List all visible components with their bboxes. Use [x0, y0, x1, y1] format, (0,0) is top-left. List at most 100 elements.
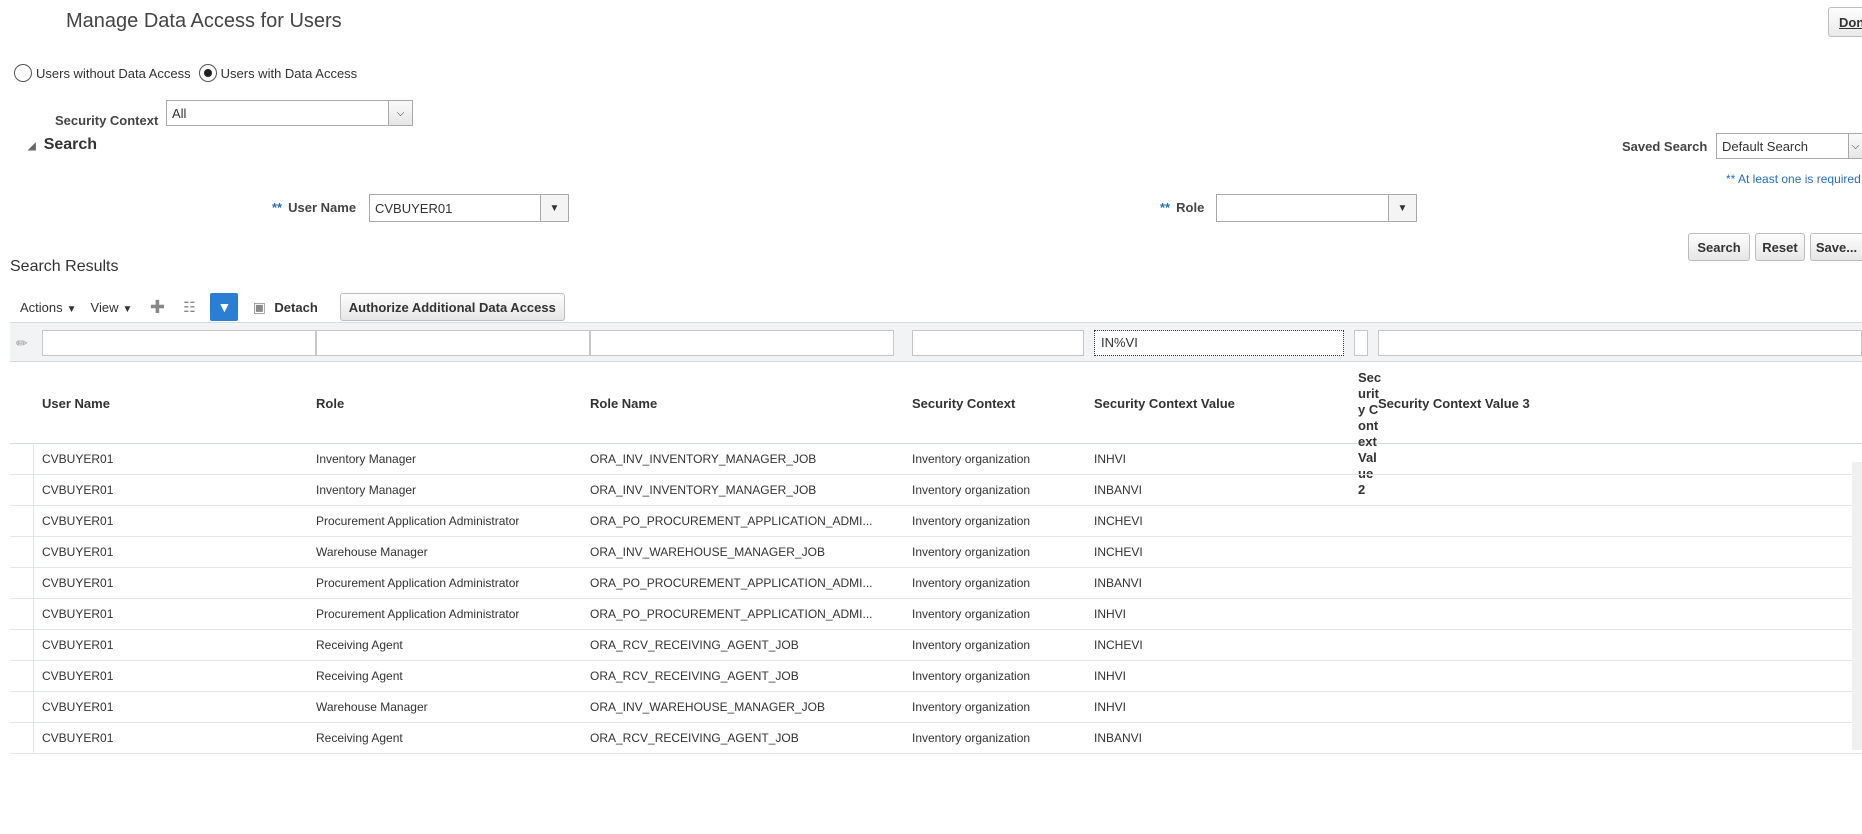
row-selector[interactable] [10, 475, 34, 505]
query-by-example-icon[interactable]: ▼ [210, 293, 239, 321]
cell-user-name: CVBUYER01 [42, 576, 114, 590]
required-marker: ** [272, 200, 283, 215]
cell-user-name: CVBUYER01 [42, 483, 114, 497]
cell-role-name: ORA_RCV_RECEIVING_AGENT_JOB [590, 638, 799, 652]
cell-security-context-value: INBANVI [1094, 731, 1143, 745]
add-icon[interactable]: ✚ [146, 296, 168, 318]
table-row[interactable]: CVBUYER01 Inventory Manager ORA_INV_INVE… [10, 444, 1862, 475]
actions-menu[interactable]: Actions ▼ [20, 300, 77, 315]
table-row[interactable]: CVBUYER01 Receiving Agent ORA_RCV_RECEIV… [10, 630, 1862, 661]
cell-role: Warehouse Manager [316, 700, 428, 714]
filter-security-context-value[interactable]: IN%VI [1094, 330, 1344, 356]
cell-role: Receiving Agent [316, 669, 403, 683]
cell-user-name: CVBUYER01 [42, 731, 114, 745]
cell-security-context: Inventory organization [912, 700, 1031, 714]
detach-icon[interactable]: ▣ [248, 296, 270, 318]
filter-security-context-value-3[interactable] [1378, 330, 1862, 356]
saved-search-value: Default Search [1722, 138, 1808, 154]
row-selector[interactable] [10, 661, 34, 691]
column-header-role-name[interactable]: Role Name [590, 362, 657, 444]
role-label: Role [1176, 200, 1205, 215]
table-vertical-scrollbar[interactable] [1852, 462, 1862, 750]
filter-user-name[interactable] [42, 330, 316, 356]
table-row[interactable]: CVBUYER01 Inventory Manager ORA_INV_INVE… [10, 475, 1862, 506]
cell-security-context: Inventory organization [912, 638, 1031, 652]
cell-security-context: Inventory organization [912, 545, 1031, 559]
row-selector[interactable] [10, 537, 34, 567]
table-row[interactable]: CVBUYER01 Receiving Agent ORA_RCV_RECEIV… [10, 661, 1862, 692]
search-section-header[interactable]: ◢ Search [28, 136, 97, 154]
column-header-security-context-value-3[interactable]: Security Context Value 3 [1378, 362, 1530, 444]
column-header-security-context[interactable]: Security Context [912, 362, 1015, 444]
row-selector[interactable] [10, 723, 34, 753]
done-button[interactable]: Done [1828, 7, 1862, 37]
collapse-triangle-icon[interactable]: ◢ [28, 141, 36, 152]
detach-button[interactable]: Detach [274, 300, 317, 315]
security-context-select[interactable]: All ⌵ [166, 100, 413, 126]
radio-label-without-access[interactable]: Users without Data Access [36, 66, 191, 81]
table-row[interactable]: CVBUYER01 Procurement Application Admini… [10, 506, 1862, 537]
row-selector[interactable] [10, 444, 34, 474]
cell-security-context-value: INCHEVI [1094, 545, 1143, 559]
row-selector[interactable] [10, 630, 34, 660]
table-row[interactable]: CVBUYER01 Receiving Agent ORA_RCV_RECEIV… [10, 723, 1862, 754]
row-selector[interactable] [10, 692, 34, 722]
caret-down-icon: ▼ [122, 303, 133, 315]
mode-radio-group: Users without Data Access Users with Dat… [14, 64, 365, 82]
save-search-button[interactable]: Save... [1810, 233, 1862, 261]
table-row[interactable]: CVBUYER01 Procurement Application Admini… [10, 599, 1862, 630]
filter-security-context[interactable] [912, 330, 1084, 356]
reset-button[interactable]: Reset [1755, 233, 1805, 261]
column-header-security-context-value[interactable]: Security Context Value [1094, 362, 1235, 444]
radio-label-with-access[interactable]: Users with Data Access [221, 66, 358, 81]
user-name-combobox[interactable]: CVBUYER01 ▼ [369, 194, 569, 222]
security-context-value: All [172, 105, 187, 121]
cell-role-name: ORA_RCV_RECEIVING_AGENT_JOB [590, 669, 799, 683]
column-header-user-name[interactable]: User Name [42, 362, 110, 444]
radio-users-without-access[interactable] [14, 64, 32, 82]
search-section-title: Search [43, 136, 98, 153]
row-selector[interactable] [10, 506, 34, 536]
role-field-label: ** Role [1160, 200, 1204, 215]
view-menu[interactable]: View ▼ [91, 300, 133, 315]
row-selector[interactable] [10, 568, 34, 598]
cell-role: Inventory Manager [316, 452, 417, 466]
view-menu-label: View [90, 299, 119, 315]
cell-security-context: Inventory organization [912, 483, 1031, 497]
cell-security-context-value: INHVI [1094, 669, 1127, 683]
cell-security-context: Inventory organization [912, 576, 1031, 590]
cell-role-name: ORA_INV_WAREHOUSE_MANAGER_JOB [590, 545, 825, 559]
table-row[interactable]: CVBUYER01 Warehouse Manager ORA_INV_WARE… [10, 537, 1862, 568]
cell-role-name: ORA_PO_PROCUREMENT_APPLICATION_ADMI... [590, 607, 873, 621]
dropdown-arrow-icon[interactable]: ▼ [1388, 195, 1416, 221]
column-header-role[interactable]: Role [316, 362, 344, 444]
filter-security-context-value-2[interactable] [1354, 330, 1368, 356]
filter-role[interactable] [316, 330, 590, 356]
cell-user-name: CVBUYER01 [42, 669, 114, 683]
dropdown-arrow-icon[interactable]: ▼ [540, 195, 568, 221]
table-row[interactable]: CVBUYER01 Procurement Application Admini… [10, 568, 1862, 599]
cell-security-context: Inventory organization [912, 669, 1031, 683]
chevron-down-icon[interactable]: ⌵ [1848, 134, 1862, 158]
cell-security-context-value: INHVI [1094, 700, 1127, 714]
row-selector[interactable] [10, 599, 34, 629]
cell-role: Receiving Agent [316, 638, 403, 652]
table-row[interactable]: CVBUYER01 Warehouse Manager ORA_INV_WARE… [10, 692, 1862, 723]
cell-security-context: Inventory organization [912, 514, 1031, 528]
chevron-down-icon[interactable]: ⌵ [388, 101, 412, 125]
table-header-row: User Name Role Role Name Security Contex… [10, 362, 1862, 497]
user-name-input[interactable]: CVBUYER01 [370, 201, 540, 216]
saved-search-select[interactable]: Default Search ⌵ [1716, 133, 1862, 159]
cell-security-context: Inventory organization [912, 607, 1031, 621]
radio-users-with-access[interactable] [198, 64, 217, 82]
saved-search-label: Saved Search [1622, 139, 1708, 154]
security-context-label: Security Context [55, 113, 159, 128]
filter-role-name[interactable] [590, 330, 894, 356]
authorize-additional-data-access-button[interactable]: Authorize Additional Data Access [339, 293, 565, 321]
search-button[interactable]: Search [1688, 233, 1750, 261]
role-combobox[interactable]: ▼ [1216, 194, 1417, 222]
cell-user-name: CVBUYER01 [42, 452, 114, 466]
freeze-column-icon[interactable]: ☷ [178, 296, 200, 318]
cell-user-name: CVBUYER01 [42, 700, 114, 714]
cell-role-name: ORA_RCV_RECEIVING_AGENT_JOB [590, 731, 799, 745]
